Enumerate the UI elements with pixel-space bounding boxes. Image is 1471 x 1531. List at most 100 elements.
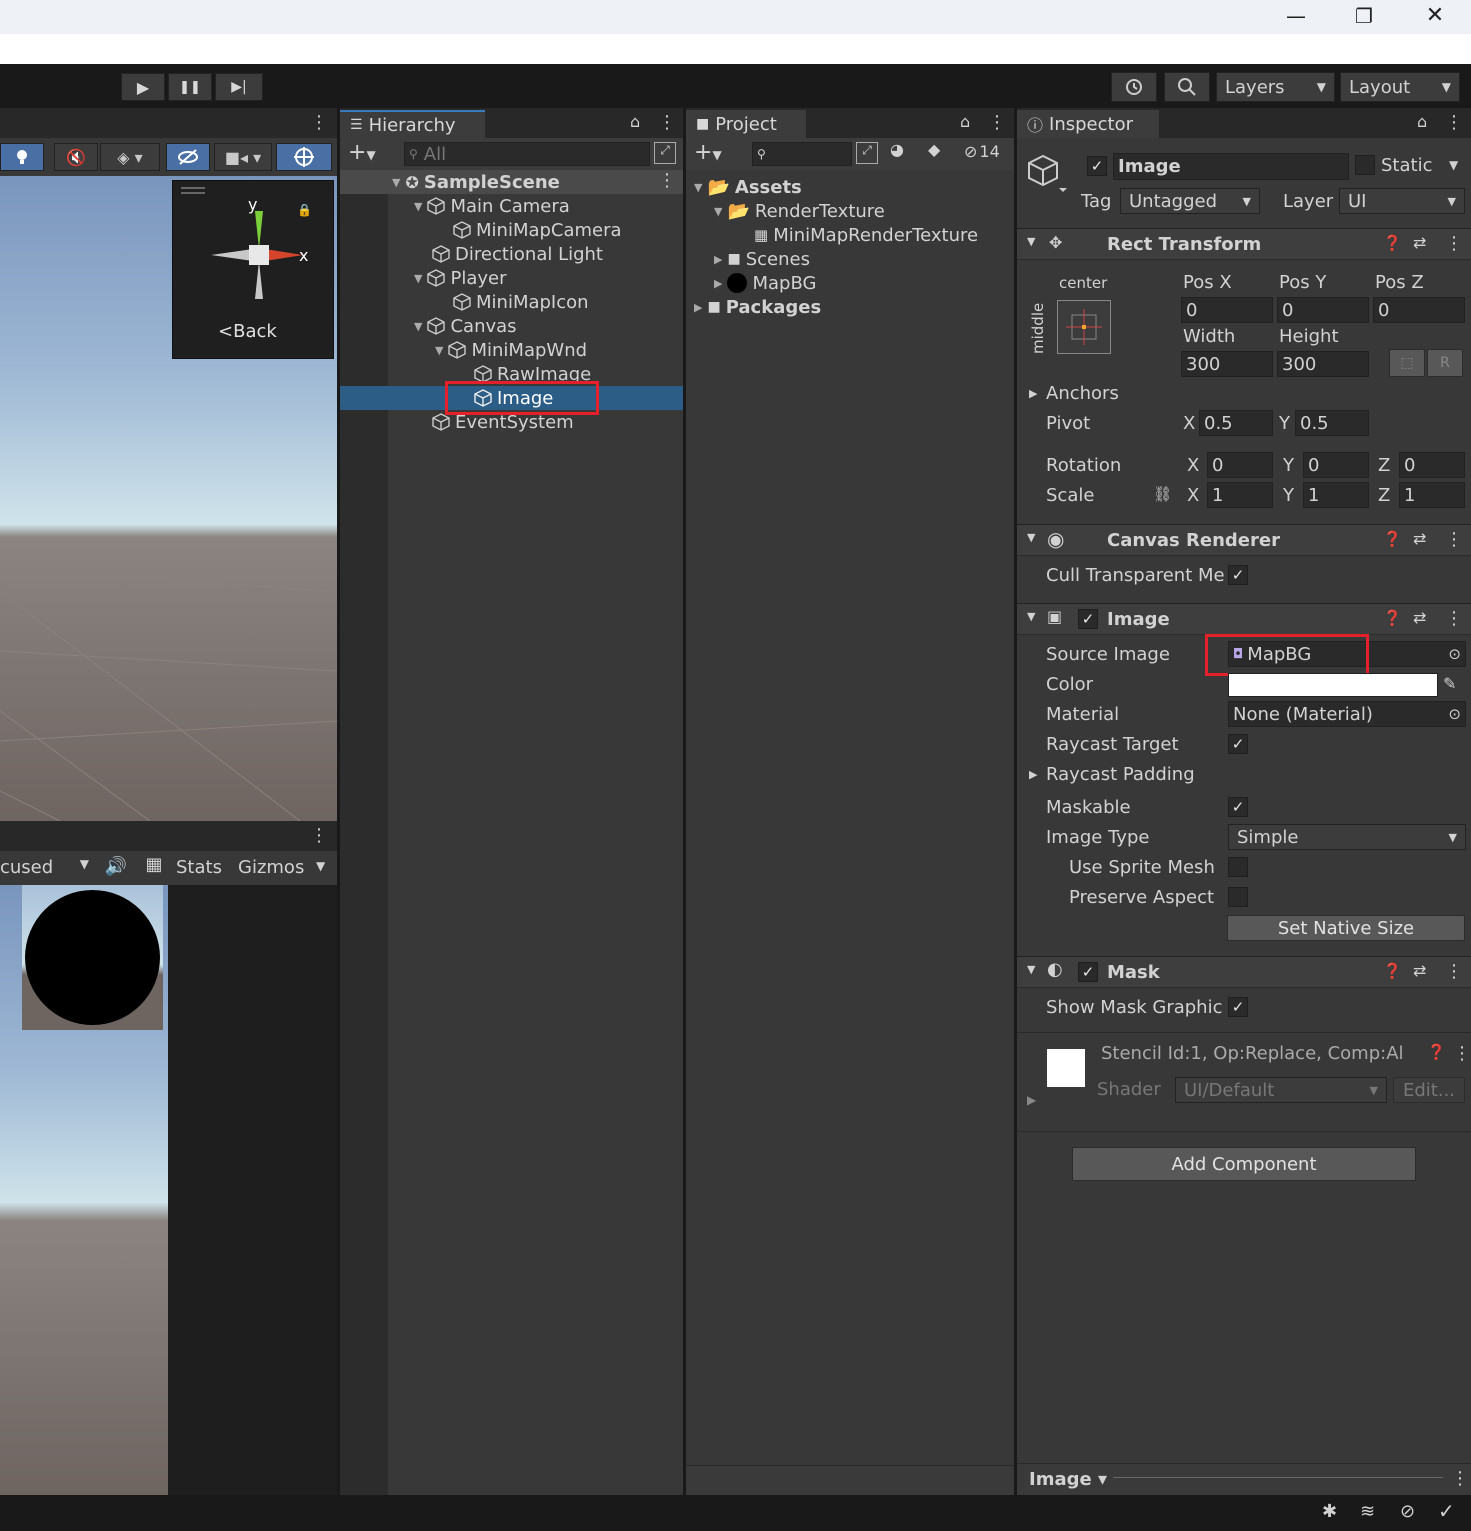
help-icon[interactable]: ❓ xyxy=(1383,530,1402,548)
chevron-down-icon[interactable]: ▼ xyxy=(1449,158,1458,172)
label-tag-icon[interactable]: ◆ xyxy=(928,140,940,159)
pause-button[interactable]: ❚❚ xyxy=(168,73,212,101)
scene-row[interactable]: ▼ ✪ SampleScene ⋮ xyxy=(340,170,683,194)
static-checkbox[interactable] xyxy=(1355,155,1375,175)
expand-arrow-icon[interactable]: ▼ xyxy=(1027,610,1035,623)
layers-dropdown[interactable]: Layers ▼ xyxy=(1216,72,1335,102)
gizmos-icon[interactable] xyxy=(276,143,332,171)
divider[interactable] xyxy=(337,108,340,1495)
more-options-icon[interactable]: ⋮ xyxy=(658,112,676,133)
effects-icon[interactable]: ◈ ▾ xyxy=(100,143,160,171)
expand-arrow-icon[interactable]: ▼ xyxy=(392,176,400,189)
filter-by-type-icon[interactable]: ◕ xyxy=(890,140,904,159)
expand-arrow-icon[interactable]: ▶ xyxy=(1027,1093,1036,1107)
expand-arrow-icon[interactable]: ▼ xyxy=(714,205,722,218)
layout-dropdown[interactable]: Layout ▼ xyxy=(1340,72,1460,102)
presets-icon[interactable]: ⇄ xyxy=(1413,529,1426,548)
use-sprite-mesh-checkbox[interactable] xyxy=(1228,857,1248,877)
list-item[interactable]: ▶ MapBG xyxy=(714,271,816,295)
debug-bug-icon[interactable]: ✱ xyxy=(1322,1501,1337,1522)
lighting-icon[interactable] xyxy=(0,143,44,171)
list-item[interactable]: MiniMapIcon xyxy=(453,290,589,314)
keyboard-icon[interactable]: ▦ xyxy=(138,854,170,882)
list-item[interactable]: ▼ MiniMapWnd xyxy=(435,338,587,362)
tab-inspector[interactable]: ⓘ Inspector xyxy=(1017,110,1159,138)
rotation-z-field[interactable]: 0 xyxy=(1399,452,1465,478)
expand-arrow-icon[interactable]: ▶ xyxy=(714,277,722,290)
expand-arrow-icon[interactable]: ▼ xyxy=(414,320,422,333)
more-options-icon[interactable]: ⋮ xyxy=(988,112,1006,133)
more-options-icon[interactable]: ⋮ xyxy=(658,170,676,191)
expand-arrow-icon[interactable]: ▶ xyxy=(1029,387,1037,400)
object-picker-icon[interactable]: ⊙ xyxy=(1448,705,1461,723)
audio-mute-icon[interactable]: 🔇 xyxy=(54,143,98,171)
play-focused-dropdown[interactable]: cused ▼ xyxy=(0,857,95,881)
expand-arrow-icon[interactable]: ▼ xyxy=(1027,235,1035,248)
more-options-icon[interactable]: ⋮ xyxy=(1445,112,1463,133)
set-native-size-button[interactable]: Set Native Size xyxy=(1227,915,1465,941)
search-icon[interactable] xyxy=(1164,72,1210,102)
expand-arrow-icon[interactable]: ▼ xyxy=(1027,963,1035,976)
material-field[interactable]: None (Material) ⊙ xyxy=(1228,701,1466,727)
mask-enabled-checkbox[interactable]: ✓ xyxy=(1078,962,1098,982)
rect-transform-header[interactable]: ▼ ✥ Rect Transform ❓ ⇄ ⋮ xyxy=(1017,228,1471,260)
layer-dropdown[interactable]: UI ▼ xyxy=(1339,188,1465,214)
width-field[interactable]: 300 xyxy=(1181,351,1273,377)
list-item[interactable]: ▼ 📂 Assets xyxy=(694,175,802,199)
play-button[interactable]: ▶ xyxy=(121,73,165,101)
list-item[interactable]: ▦ MiniMapRenderTexture xyxy=(754,223,978,247)
expand-arrow-icon[interactable]: ▶ xyxy=(714,253,722,266)
presets-icon[interactable]: ⇄ xyxy=(1413,608,1426,627)
pivot-y-field[interactable]: 0.5 xyxy=(1295,410,1369,436)
rotation-x-field[interactable]: 0 xyxy=(1207,452,1273,478)
hierarchy-search-input[interactable]: ⚲ All xyxy=(404,142,650,166)
add-component-button[interactable]: Add Component xyxy=(1072,1147,1416,1181)
search-window-icon[interactable]: ⤢ xyxy=(856,142,878,164)
help-icon[interactable]: ❓ xyxy=(1383,609,1402,627)
eyedropper-icon[interactable]: ✎ xyxy=(1443,674,1456,693)
more-options-icon[interactable]: ⋮ xyxy=(1445,961,1463,982)
expand-arrow-icon[interactable]: ▼ xyxy=(414,200,422,213)
pos-y-field[interactable]: 0 xyxy=(1277,297,1369,323)
list-item[interactable]: Directional Light xyxy=(432,242,603,266)
list-item[interactable]: ▶ ■ Scenes xyxy=(714,247,810,271)
active-checkbox[interactable]: ✓ xyxy=(1087,156,1107,176)
pos-z-field[interactable]: 0 xyxy=(1373,297,1465,323)
tab-hierarchy[interactable]: ☰ Hierarchy xyxy=(340,110,485,138)
camera-icon[interactable]: ■◂ ▾ xyxy=(214,143,272,171)
divider[interactable] xyxy=(683,108,686,1495)
canvas-renderer-header[interactable]: ▼ ◉ Canvas Renderer ❓ ⇄ ⋮ xyxy=(1017,524,1471,556)
maskable-checkbox[interactable]: ✓ xyxy=(1228,797,1248,817)
cache-server-icon[interactable]: ≋ xyxy=(1360,1501,1375,1522)
more-options-icon[interactable]: ⋮ xyxy=(1445,233,1463,254)
divider[interactable] xyxy=(1014,108,1017,1495)
object-picker-icon[interactable]: ⊙ xyxy=(1448,645,1461,663)
list-item[interactable]: ▶ ■ Packages xyxy=(694,295,821,319)
stats-button[interactable]: Stats xyxy=(176,857,222,878)
project-search-input[interactable]: ⚲ xyxy=(752,142,852,166)
lock-icon[interactable]: ⌂ xyxy=(1417,112,1427,131)
tag-dropdown[interactable]: Untagged ▼ xyxy=(1120,188,1260,214)
tab-project[interactable]: ■ Project xyxy=(686,110,806,138)
maximize-button[interactable]: ❐ xyxy=(1351,4,1377,30)
expand-arrow-icon[interactable]: ▼ xyxy=(1027,531,1035,544)
hidden-objects-icon[interactable] xyxy=(166,143,210,171)
list-item[interactable]: ▼ Canvas xyxy=(414,314,517,338)
constrain-proportions-icon[interactable]: ⛓ xyxy=(1153,485,1172,503)
scale-y-field[interactable]: 1 xyxy=(1303,482,1369,508)
search-by-type-icon[interactable]: ⤢ xyxy=(654,142,676,164)
scale-z-field[interactable]: 1 xyxy=(1399,482,1465,508)
raycast-padding-label[interactable]: Raycast Padding xyxy=(1046,764,1195,785)
step-button[interactable]: ▶| xyxy=(215,73,263,101)
more-options-icon[interactable]: ⋮ xyxy=(1451,1468,1469,1489)
cull-transparent-checkbox[interactable]: ✓ xyxy=(1228,565,1248,585)
add-object-button[interactable]: +▼ xyxy=(348,140,376,165)
presets-icon[interactable]: ⇄ xyxy=(1413,961,1426,980)
chevron-down-icon[interactable]: ▼ xyxy=(316,859,325,873)
anchor-presets-button[interactable] xyxy=(1057,300,1111,354)
auto-generate-lighting-icon[interactable]: ⊘ xyxy=(1400,1501,1415,1522)
list-item[interactable]: ▼ Main Camera xyxy=(414,194,570,218)
show-mask-graphic-checkbox[interactable]: ✓ xyxy=(1228,997,1248,1017)
image-enabled-checkbox[interactable]: ✓ xyxy=(1078,609,1098,629)
blueprint-mode-button[interactable]: ⬚ xyxy=(1389,349,1425,377)
